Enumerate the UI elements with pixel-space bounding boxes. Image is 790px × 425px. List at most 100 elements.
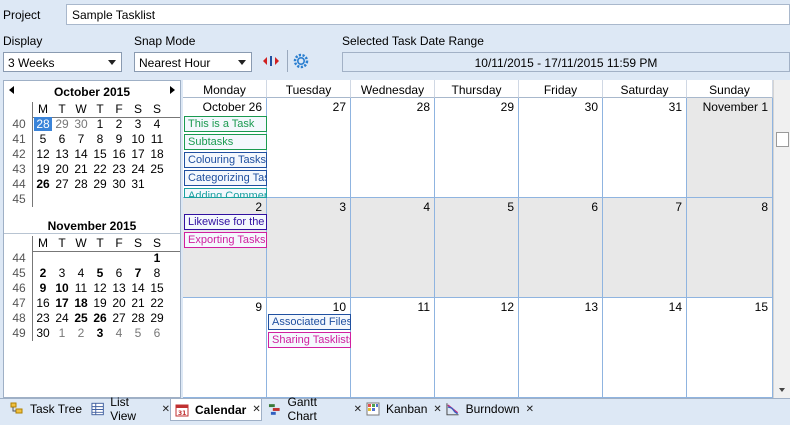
calendar-day-cell[interactable]: 27 xyxy=(267,98,351,198)
scrollbar-thumb[interactable] xyxy=(776,132,789,147)
day-cell[interactable]: 11 xyxy=(148,132,166,146)
close-icon[interactable]: ✕ xyxy=(526,404,534,415)
day-cell[interactable]: 22 xyxy=(91,162,109,176)
day-cell[interactable]: 27 xyxy=(110,311,128,325)
calendar-day-cell[interactable]: 29 xyxy=(435,98,519,198)
prev-month-icon[interactable] xyxy=(9,86,14,94)
calendar-day-cell[interactable]: 30 xyxy=(519,98,603,198)
next-month-icon[interactable] xyxy=(170,86,175,94)
day-cell[interactable]: 26 xyxy=(91,311,109,325)
day-cell[interactable]: 3 xyxy=(129,117,147,131)
tab-task-tree[interactable]: Task Tree xyxy=(6,399,84,419)
day-cell[interactable]: 4 xyxy=(148,117,166,131)
day-cell[interactable]: 3 xyxy=(91,326,109,340)
day-cell[interactable]: 10 xyxy=(129,132,147,146)
day-cell[interactable]: 28 xyxy=(129,311,147,325)
day-cell[interactable]: 27 xyxy=(53,177,71,191)
close-icon[interactable]: ✕ xyxy=(162,404,170,415)
day-cell[interactable]: 2 xyxy=(34,266,52,280)
calendar-day-cell[interactable]: 28 xyxy=(351,98,435,198)
calendar-day-cell[interactable]: 12 xyxy=(435,298,519,398)
day-cell[interactable]: 9 xyxy=(34,281,52,295)
vertical-scrollbar[interactable] xyxy=(773,80,790,398)
day-cell[interactable]: 24 xyxy=(53,311,71,325)
day-cell[interactable]: 9 xyxy=(110,132,128,146)
calendar-task[interactable]: This is a Task xyxy=(184,116,267,132)
day-cell[interactable]: 25 xyxy=(148,162,166,176)
day-cell[interactable]: 8 xyxy=(148,266,166,280)
day-cell[interactable]: 24 xyxy=(129,162,147,176)
gear-icon[interactable] xyxy=(290,51,312,71)
calendar-day-cell[interactable]: November 1 xyxy=(687,98,773,198)
day-cell[interactable]: 13 xyxy=(110,281,128,295)
day-cell[interactable]: 5 xyxy=(91,266,109,280)
day-cell[interactable]: 7 xyxy=(129,266,147,280)
calendar-task[interactable]: Colouring Tasks xyxy=(184,152,267,168)
day-cell[interactable]: 18 xyxy=(148,147,166,161)
day-cell[interactable]: 30 xyxy=(34,326,52,340)
day-cell[interactable]: 4 xyxy=(72,266,90,280)
day-cell[interactable]: 30 xyxy=(110,177,128,191)
day-cell[interactable]: 7 xyxy=(72,132,90,146)
day-cell[interactable]: 28 xyxy=(34,117,52,131)
day-cell[interactable]: 10 xyxy=(53,281,71,295)
day-cell[interactable]: 6 xyxy=(148,326,166,340)
tab-list-view[interactable]: List View ✕ xyxy=(87,395,170,423)
calendar-day-cell[interactable]: 31 xyxy=(603,98,687,198)
calendar-task[interactable]: Adding Comment xyxy=(184,188,267,198)
day-cell[interactable]: 25 xyxy=(72,311,90,325)
day-cell[interactable]: 14 xyxy=(129,281,147,295)
calendar-day-cell[interactable]: 3 xyxy=(267,198,351,298)
close-icon[interactable]: ✕ xyxy=(354,404,362,415)
day-cell[interactable]: 22 xyxy=(148,296,166,310)
day-cell[interactable]: 23 xyxy=(34,311,52,325)
calendar-day-cell[interactable]: 10 xyxy=(267,298,351,398)
calendar-task[interactable]: Exporting Tasks xyxy=(184,232,267,248)
snap-combo[interactable]: Nearest Hour xyxy=(134,52,252,72)
day-cell[interactable]: 16 xyxy=(110,147,128,161)
project-input[interactable]: Sample Tasklist xyxy=(66,4,790,25)
day-cell[interactable]: 14 xyxy=(72,147,90,161)
calendar-task[interactable]: Likewise for the xyxy=(184,214,267,230)
calendar-view[interactable]: Monday Tuesday Wednesday Thursday Friday Satu… xyxy=(183,80,773,398)
calendar-day-cell[interactable]: 7 xyxy=(603,198,687,298)
day-cell[interactable]: 23 xyxy=(110,162,128,176)
day-cell[interactable]: 29 xyxy=(53,117,71,131)
calendar-day-cell[interactable]: 13 xyxy=(519,298,603,398)
close-icon[interactable]: ✕ xyxy=(252,404,260,415)
day-cell[interactable]: 15 xyxy=(148,281,166,295)
day-cell[interactable]: 6 xyxy=(53,132,71,146)
calendar-day-cell[interactable]: 8 xyxy=(687,198,773,298)
day-cell[interactable]: 1 xyxy=(148,251,166,265)
day-cell[interactable]: 19 xyxy=(34,162,52,176)
tab-burndown[interactable]: Burndown ✕ xyxy=(442,399,534,419)
resize-arrows-icon[interactable] xyxy=(260,51,282,71)
day-cell[interactable]: 21 xyxy=(72,162,90,176)
day-cell[interactable]: 29 xyxy=(91,177,109,191)
calendar-day-cell[interactable]: 2 xyxy=(183,198,267,298)
day-cell[interactable]: 5 xyxy=(34,132,52,146)
day-cell[interactable]: 1 xyxy=(91,117,109,131)
day-cell[interactable]: 28 xyxy=(72,177,90,191)
tab-calendar[interactable]: 31 Calendar ✕ xyxy=(170,399,262,421)
tab-gantt-chart[interactable]: Gantt Chart ✕ xyxy=(264,395,362,423)
day-cell[interactable]: 11 xyxy=(72,281,90,295)
calendar-day-cell[interactable]: 4 xyxy=(351,198,435,298)
day-cell[interactable]: 1 xyxy=(53,326,71,340)
calendar-task[interactable]: Subtasks xyxy=(184,134,267,150)
calendar-task[interactable]: Associated Files xyxy=(268,314,351,330)
calendar-task[interactable]: Sharing Tasklists xyxy=(268,332,351,348)
calendar-day-cell[interactable]: 6 xyxy=(519,198,603,298)
day-cell[interactable]: 3 xyxy=(53,266,71,280)
close-icon[interactable]: ✕ xyxy=(433,404,441,415)
day-cell[interactable]: 4 xyxy=(110,326,128,340)
day-cell[interactable]: 17 xyxy=(129,147,147,161)
calendar-task[interactable]: Categorizing Tas xyxy=(184,170,267,186)
calendar-day-cell[interactable]: 5 xyxy=(435,198,519,298)
day-cell[interactable]: 31 xyxy=(129,177,147,191)
day-cell[interactable]: 8 xyxy=(91,132,109,146)
day-cell[interactable]: 2 xyxy=(72,326,90,340)
day-cell[interactable]: 21 xyxy=(129,296,147,310)
day-cell[interactable]: 26 xyxy=(34,177,52,191)
day-cell[interactable]: 30 xyxy=(72,117,90,131)
